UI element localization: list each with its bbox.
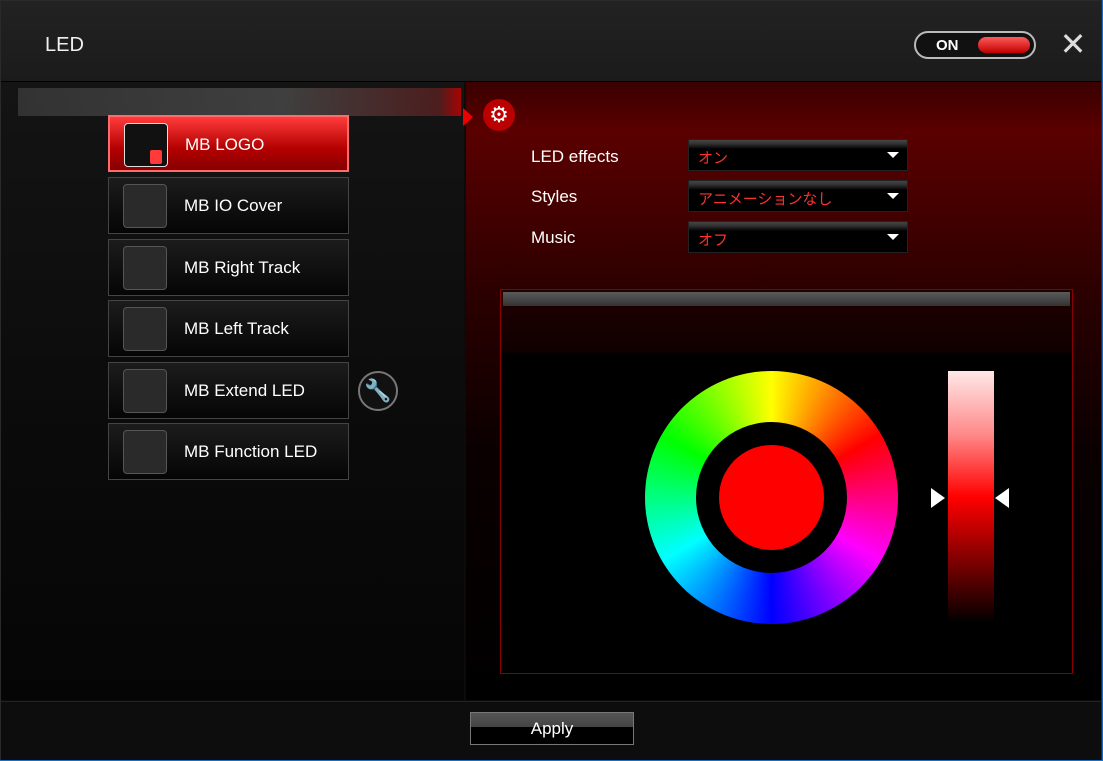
device-item-label: MB IO Cover [184,196,283,215]
device-item-label: MB Function LED [184,442,318,461]
styles-label: Styles [531,187,578,206]
device-item-mb-left-track[interactable]: MB Left Track [108,300,349,357]
led-window: LED ON ✕ MB LOGO MB IO Cover MB Right Tr… [0,0,1102,760]
led-effects-dropdown[interactable]: オン [688,139,908,171]
device-item-mb-function-led[interactable]: MB Function LED [108,423,349,480]
device-item-label: MB Right Track [184,258,301,277]
color-panel-header [503,292,1070,306]
title-bar: LED ON ✕ [1,1,1101,82]
slider-handle-right[interactable] [995,488,1009,508]
speaker-left-icon [123,307,167,351]
selection-arrow-icon [463,108,473,126]
function-led-icon [123,430,167,474]
device-item-mb-io-cover[interactable]: MB IO Cover [108,177,349,234]
led-effects-value: オン [698,150,729,167]
wrench-icon[interactable]: 🔧 [358,371,398,411]
window-title: LED [45,34,84,56]
gear-icon[interactable]: ⚙ [483,99,515,131]
power-toggle-label: ON [936,37,959,54]
apply-button[interactable]: Apply [470,712,634,745]
chevron-down-icon [887,152,899,158]
styles-value: アニメーションなし [698,191,833,208]
device-item-label: MB Left Track [184,319,289,338]
device-panel-header [18,88,461,116]
chevron-down-icon [887,193,899,199]
toggle-knob [978,37,1030,53]
device-item-label: MB LOGO [185,135,265,154]
selected-color-swatch [719,445,824,550]
music-value: オフ [698,232,729,249]
speaker-right-icon [123,246,167,290]
slider-handle-left[interactable] [931,488,945,508]
device-item-mb-right-track[interactable]: MB Right Track [108,239,349,296]
device-item-mb-extend-led[interactable]: MB Extend LED [108,362,349,419]
chevron-down-icon [887,234,899,240]
led-effects-label: LED effects [531,147,619,166]
power-toggle[interactable]: ON [914,31,1036,59]
extend-led-icon [123,369,167,413]
motherboard-icon [124,123,168,167]
device-item-mb-logo[interactable]: MB LOGO [108,115,349,172]
io-cover-icon [123,184,167,228]
music-label: Music [531,228,576,247]
music-dropdown[interactable]: オフ [688,221,908,253]
styles-dropdown[interactable]: アニメーションなし [688,180,908,212]
device-item-label: MB Extend LED [184,381,305,400]
brightness-slider[interactable] [948,371,994,623]
close-icon[interactable]: ✕ [1058,28,1088,60]
